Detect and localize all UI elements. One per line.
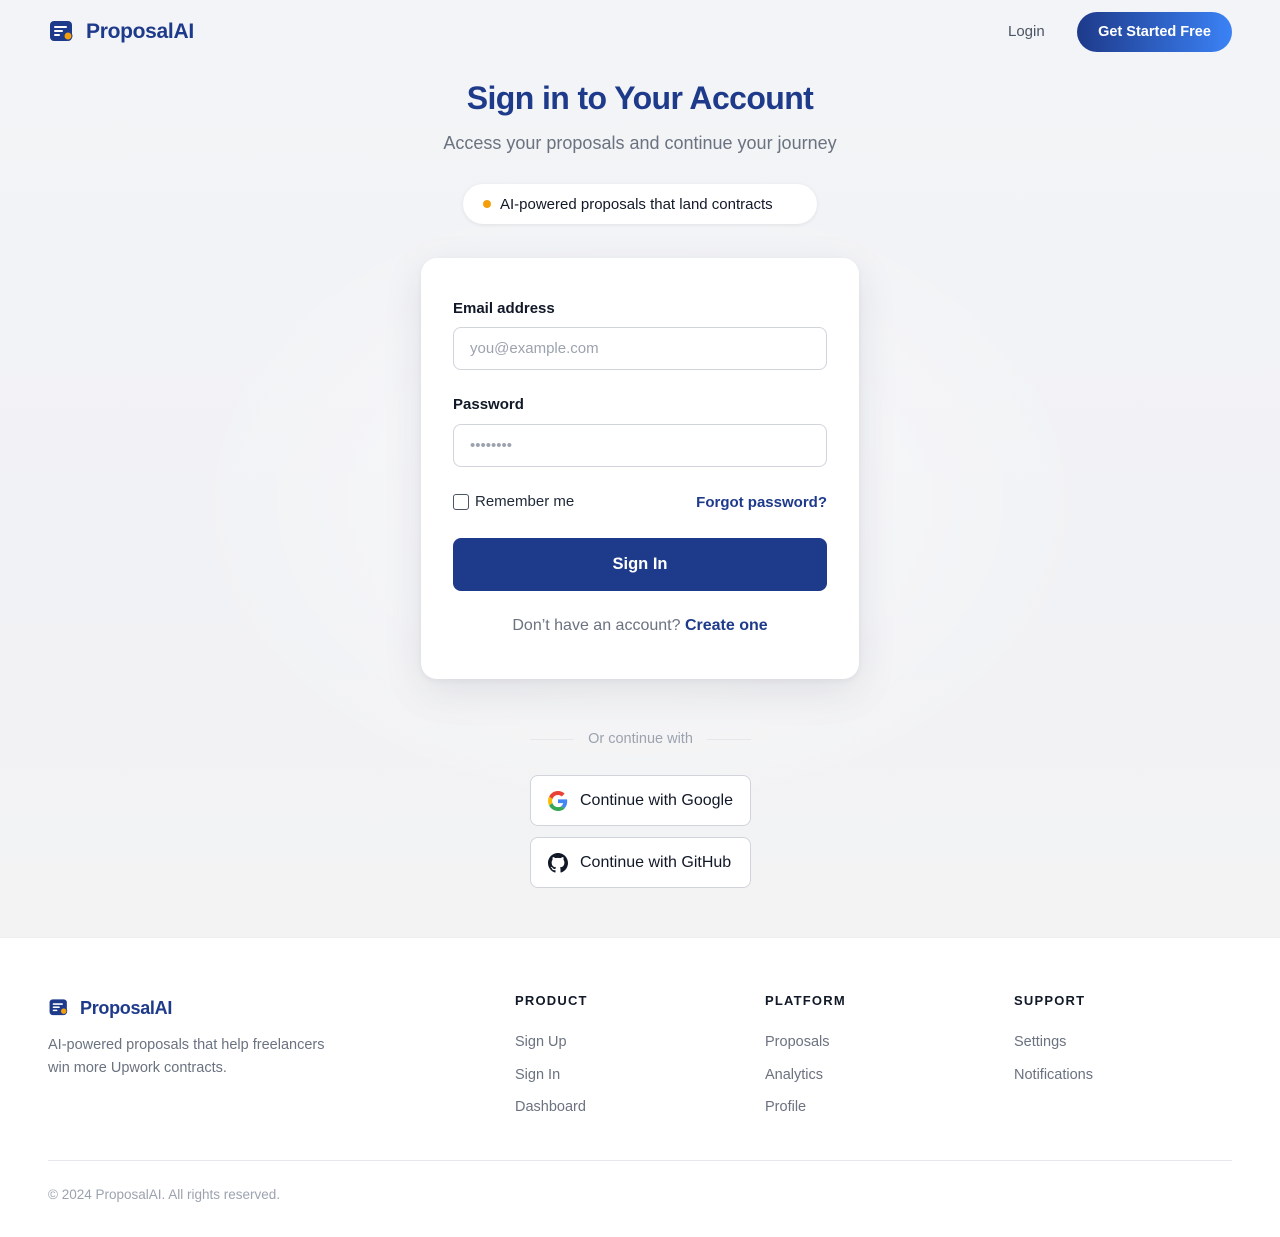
- status-dot-icon: [483, 200, 491, 208]
- page-subtitle: Access your proposals and continue your …: [443, 133, 837, 153]
- site-footer: ProposalAI AI-powered proposals that hel…: [0, 937, 1280, 1237]
- footer-link-notifications[interactable]: Notifications: [1014, 1067, 1093, 1085]
- copyright-text: © 2024 ProposalAI. All rights reserved.: [48, 1187, 281, 1202]
- divider-line: [530, 738, 575, 740]
- footer-column-support: SUPPORT Settings Notifications: [1014, 993, 1093, 1084]
- oauth-divider-text: Or continue with: [588, 731, 693, 747]
- footer-brand-name: ProposalAI: [80, 997, 173, 1018]
- footer-brand[interactable]: ProposalAI: [48, 997, 172, 1019]
- top-nav: ProposalAI Login Get Started Free: [0, 0, 1280, 64]
- footer-link-dashboard[interactable]: Dashboard: [515, 1099, 588, 1117]
- email-field[interactable]: [453, 327, 827, 370]
- signin-card: Email address Password Remember me Forgo…: [421, 258, 859, 679]
- footer-column-heading: PRODUCT: [515, 993, 588, 1008]
- signup-prompt: Don’t have an account? Create one: [421, 617, 859, 635]
- remember-me-label: Remember me: [475, 493, 575, 510]
- footer-link-sign-in[interactable]: Sign In: [515, 1067, 588, 1085]
- footer-link-analytics[interactable]: Analytics: [765, 1067, 846, 1085]
- brand-name: ProposalAI: [86, 20, 194, 43]
- github-icon: [548, 852, 568, 873]
- github-signin-label: Continue with GitHub: [580, 853, 732, 871]
- sign-in-button[interactable]: Sign In: [453, 538, 827, 591]
- footer-link-profile[interactable]: Profile: [765, 1099, 846, 1117]
- signup-prompt-text: Don’t have an account?: [512, 617, 681, 634]
- feature-badge: AI-powered proposals that land contracts: [463, 184, 817, 224]
- password-label: Password: [453, 396, 524, 413]
- google-signin-label: Continue with Google: [580, 791, 733, 809]
- footer-link-settings[interactable]: Settings: [1014, 1034, 1093, 1052]
- forgot-password-link[interactable]: Forgot password?: [696, 494, 827, 511]
- remember-me[interactable]: Remember me: [453, 493, 574, 510]
- footer-column-heading: PLATFORM: [765, 993, 846, 1008]
- google-icon: [548, 790, 568, 811]
- document-lines-icon: [48, 997, 70, 1019]
- github-signin-button[interactable]: Continue with GitHub: [530, 837, 751, 888]
- get-started-button[interactable]: Get Started Free: [1077, 12, 1232, 52]
- password-field[interactable]: [453, 424, 827, 467]
- footer-column-heading: SUPPORT: [1014, 993, 1086, 1008]
- feature-badge-text: AI-powered proposals that land contracts: [500, 195, 773, 213]
- auth-page: ProposalAI Login Get Started Free Sign i…: [0, 0, 1280, 937]
- document-lines-icon: [48, 18, 76, 46]
- footer-column-product: PRODUCT Sign Up Sign In Dashboard: [515, 993, 588, 1117]
- google-signin-button[interactable]: Continue with Google: [530, 775, 751, 826]
- email-label: Email address: [453, 300, 555, 317]
- remember-me-checkbox[interactable]: [453, 493, 469, 510]
- brand-logo-link[interactable]: ProposalAI: [48, 18, 194, 46]
- footer-link-proposals[interactable]: Proposals: [765, 1034, 846, 1052]
- footer-divider: [48, 1160, 1232, 1161]
- oauth-divider: Or continue with: [530, 729, 751, 749]
- footer-link-sign-up[interactable]: Sign Up: [515, 1034, 588, 1052]
- create-account-link[interactable]: Create one: [685, 617, 768, 634]
- login-link[interactable]: Login: [1008, 23, 1045, 40]
- footer-column-platform: PLATFORM Proposals Analytics Profile: [765, 993, 846, 1117]
- divider-line: [706, 738, 751, 740]
- page-title: Sign in to Your Account: [466, 80, 814, 116]
- footer-description: AI-powered proposals that help freelance…: [48, 1037, 325, 1076]
